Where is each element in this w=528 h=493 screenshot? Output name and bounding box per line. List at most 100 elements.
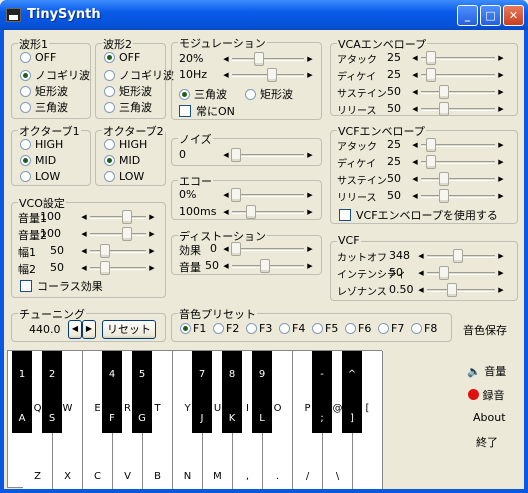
reset-button[interactable]: リセット [102, 320, 156, 339]
black-key[interactable]: -; [312, 351, 332, 433]
mod-always-on-label: 常にON [196, 105, 235, 118]
noise-value: 0 [179, 148, 186, 161]
black-key[interactable]: 7J [192, 351, 212, 433]
wave2-title: 波形2 [102, 36, 133, 52]
echo-level-slider[interactable]: ◀ ▶ [220, 187, 316, 203]
preset-F1[interactable]: F1 [180, 322, 206, 335]
about-button[interactable]: About [473, 411, 506, 424]
vca-slider-1[interactable]: ◀ ▶ [409, 67, 507, 83]
radio-icon [213, 323, 224, 334]
dist-volume-slider[interactable]: ◀ ▶ [220, 258, 316, 274]
tuning-up-button[interactable]: ▶ [82, 320, 96, 339]
wave2-group: 波形2 OFF ノコギリ波 矩形波 三角波 [95, 36, 174, 119]
vcf-slider-1[interactable]: ◀ ▶ [415, 265, 507, 281]
black-key[interactable]: 8K [222, 351, 242, 433]
vcf-group: VCF カットオフ 348 ◀ ▶ インテンシティ 50 ◀ ▶ レゾナンス 0.50 ◀ ▶ [330, 234, 518, 301]
close-button[interactable]: ✕ [503, 5, 524, 26]
preset-F8[interactable]: F8 [411, 322, 437, 335]
title-bar[interactable]: TinySynth _ □ ✕ [0, 0, 528, 30]
wave1-option-2[interactable]: 矩形波 [20, 83, 68, 99]
oct2-option-0[interactable]: HIGH [104, 138, 147, 151]
preset-F3[interactable]: F3 [246, 322, 272, 335]
preset-F2[interactable]: F2 [213, 322, 239, 335]
echo-time-slider[interactable]: ◀ ▶ [220, 204, 316, 220]
radio-icon [104, 70, 115, 81]
vco-slider-3[interactable]: ◀ ▶ [78, 260, 158, 276]
wave1-option-3[interactable]: 三角波 [20, 99, 68, 115]
app-icon[interactable] [6, 8, 21, 22]
octave2-title: オクターブ2 [102, 123, 165, 139]
vca-slider-2[interactable]: ◀ ▶ [409, 84, 507, 100]
black-key[interactable]: 4F [102, 351, 122, 433]
vcfenv-slider-3[interactable]: ◀ ▶ [409, 188, 507, 204]
preset-label: F3 [259, 322, 273, 335]
record-button[interactable]: 録音 [468, 387, 505, 403]
oct1-option-0[interactable]: HIGH [20, 138, 63, 151]
tuning-down-button[interactable]: ◀ [68, 320, 82, 339]
oct1-option-1[interactable]: MID [20, 154, 56, 167]
mod-wave-square[interactable]: 矩形波 [245, 86, 293, 102]
preset-F7[interactable]: F7 [378, 322, 404, 335]
vcfenv-slider-1[interactable]: ◀ ▶ [409, 154, 507, 170]
wave2-option-label: ノコギリ波 [119, 69, 174, 82]
radio-icon [104, 139, 115, 150]
mod-depth-value: 20% [179, 52, 204, 65]
wave2-option-3[interactable]: 三角波 [104, 99, 152, 115]
dist-effect-value: 0 [210, 242, 217, 255]
mod-always-on-checkbox[interactable]: 常にON [179, 103, 235, 119]
mod-wave-triangle-label: 三角波 [194, 88, 227, 101]
wave1-option-1[interactable]: ノコギリ波 [20, 67, 90, 83]
vco-slider-1[interactable]: ◀ ▶ [78, 226, 158, 242]
black-key[interactable]: 9L [252, 351, 272, 433]
wave2-option-2[interactable]: 矩形波 [104, 83, 152, 99]
mod-wave-triangle[interactable]: 三角波 [179, 86, 227, 102]
oct2-option-1[interactable]: MID [104, 154, 140, 167]
chorus-checkbox[interactable]: コーラス効果 [20, 278, 103, 294]
mod-rate-slider[interactable]: ◀ ▶ [220, 67, 316, 83]
wave2-option-1[interactable]: ノコギリ波 [104, 67, 174, 83]
vcfenv-slider-0[interactable]: ◀ ▶ [409, 137, 507, 153]
radio-icon [20, 52, 31, 63]
mod-depth-slider[interactable]: ◀ ▶ [220, 51, 316, 67]
vcfenv-slider-2[interactable]: ◀ ▶ [409, 171, 507, 187]
vcf-slider-2[interactable]: ◀ ▶ [415, 282, 507, 298]
vca-row-value: 50 [387, 102, 401, 115]
key-label: ; [320, 413, 324, 424]
black-key[interactable]: ^] [342, 351, 362, 433]
vca-slider-3[interactable]: ◀ ▶ [409, 101, 507, 117]
volume-control[interactable]: 🔈 音量 [467, 363, 506, 379]
modulation-group: モジュレーション 20% ◀ ▶ 10Hz ◀ ▶ 三角波 矩形波 常にON [171, 35, 322, 120]
oct1-option-2[interactable]: LOW [20, 170, 60, 183]
black-key[interactable]: 5G [132, 351, 152, 433]
maximize-button[interactable]: □ [480, 5, 501, 26]
preset-F4[interactable]: F4 [279, 322, 305, 335]
dist-effect-slider[interactable]: ◀ ▶ [220, 241, 316, 257]
noise-slider[interactable]: ◀ ▶ [220, 147, 316, 163]
oct1-option-label: HIGH [35, 138, 64, 151]
radio-icon [20, 171, 31, 182]
preset-label: F4 [292, 322, 306, 335]
vco-group: VCO設定 音量1 100 ◀ ▶ 音量2 100 ◀ ▶ 幅1 50 ◀ ▶ 幅2 50 ◀ ▶ コーラス効… [11, 195, 166, 298]
black-key[interactable]: 1A [12, 351, 32, 433]
window: TinySynth _ □ ✕ 波形1 OFF ノコギリ波 矩形波 三角波 波形2 O… [0, 0, 528, 493]
black-key[interactable]: 2S [42, 351, 62, 433]
exit-button[interactable]: 終了 [476, 434, 498, 450]
vco-slider-0[interactable]: ◀ ▶ [78, 209, 158, 225]
vca-slider-0[interactable]: ◀ ▶ [409, 50, 507, 66]
key-label: / [305, 471, 310, 482]
key-label: K [228, 413, 236, 424]
preset-F6[interactable]: F6 [345, 322, 371, 335]
vco-row-value: 50 [50, 261, 64, 274]
minimize-button[interactable]: _ [457, 5, 478, 26]
use-vcf-envelope-checkbox[interactable]: VCFエンベロープを使用する [339, 207, 498, 223]
vco-slider-2[interactable]: ◀ ▶ [78, 243, 158, 259]
wave2-option-0[interactable]: OFF [104, 51, 140, 64]
vcf-slider-0[interactable]: ◀ ▶ [415, 248, 507, 264]
wave1-option-0[interactable]: OFF [20, 51, 56, 64]
vca-row-label: アタック [337, 55, 377, 66]
preset-F5[interactable]: F5 [312, 322, 338, 335]
radio-icon [20, 102, 31, 113]
save-preset-button[interactable]: 音色保存 [463, 322, 507, 338]
vcf-row-value: 348 [389, 249, 410, 262]
oct2-option-2[interactable]: LOW [104, 170, 144, 183]
